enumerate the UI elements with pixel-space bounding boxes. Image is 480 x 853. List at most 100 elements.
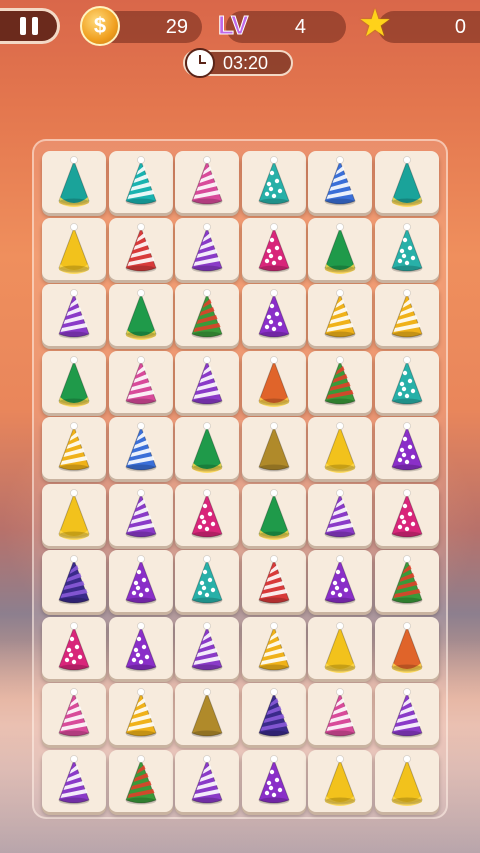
- party-hat-icon: [258, 156, 290, 206]
- level-icon: LV: [217, 10, 248, 41]
- tile-yellow-stripe-hat[interactable]: [242, 617, 306, 679]
- party-hat-icon: [391, 156, 423, 207]
- party-hat-icon: [58, 755, 90, 805]
- party-hat-icon: [191, 223, 223, 273]
- pause-icon: [19, 17, 26, 35]
- game-board: [32, 139, 448, 819]
- party-hat-icon: [58, 422, 90, 472]
- party-hat-icon: [191, 289, 223, 339]
- tile-red-stripe-hat[interactable]: [109, 218, 173, 280]
- tile-magenta-dots-hat[interactable]: [42, 617, 106, 679]
- party-hat-icon: [324, 489, 356, 539]
- party-hat-icon: [391, 489, 423, 539]
- tile-rainbow-stripe-hat[interactable]: [109, 750, 173, 812]
- tile-orange-fringe-hat[interactable]: [242, 351, 306, 413]
- tile-purple-dots-hat[interactable]: [109, 617, 173, 679]
- tile-teal-dots-hat[interactable]: [242, 151, 306, 213]
- party-hat-icon: [191, 489, 223, 539]
- tile-purple-stripe-hat[interactable]: [175, 351, 239, 413]
- tile-purple-stripe-hat[interactable]: [375, 683, 439, 745]
- party-hat-icon: [324, 755, 356, 806]
- tile-red-stripe-hat[interactable]: [242, 550, 306, 612]
- level-number: 4: [294, 15, 306, 38]
- party-hat-icon: [391, 289, 423, 339]
- tile-magenta-dots-hat[interactable]: [242, 218, 306, 280]
- tile-green-fringe-hat[interactable]: [308, 218, 372, 280]
- tile-orange-fringe-hat[interactable]: [375, 617, 439, 679]
- tile-pink-stripe-hat[interactable]: [109, 351, 173, 413]
- tile-purple-stripe-hat[interactable]: [308, 484, 372, 546]
- tile-green-fringe-hat[interactable]: [175, 417, 239, 479]
- tile-yellow-fringe-hat[interactable]: [42, 218, 106, 280]
- party-hat-icon: [191, 755, 223, 805]
- party-hat-icon: [125, 422, 157, 472]
- tile-pink-stripe-hat[interactable]: [308, 683, 372, 745]
- tile-purple-dots-hat[interactable]: [308, 550, 372, 612]
- party-hat-icon: [258, 555, 290, 605]
- timer-value: 03:20: [223, 52, 269, 73]
- tile-yellow-stripe-hat[interactable]: [109, 683, 173, 745]
- tile-teal-cone-hat[interactable]: [375, 151, 439, 213]
- tile-pink-stripe-hat[interactable]: [42, 683, 106, 745]
- tile-green-fringe-hat[interactable]: [242, 484, 306, 546]
- party-hat-icon: [58, 289, 90, 339]
- party-hat-icon: [258, 223, 290, 273]
- party-hat-icon: [58, 555, 90, 605]
- tile-rainbow-stripe-hat[interactable]: [308, 351, 372, 413]
- tile-purple-dots-hat[interactable]: [242, 284, 306, 346]
- tile-yellow-fringe-hat[interactable]: [308, 750, 372, 812]
- tile-yellow-fringe-hat[interactable]: [42, 484, 106, 546]
- party-hat-icon: [324, 688, 356, 738]
- tile-blue-stripe-hat[interactable]: [109, 417, 173, 479]
- tile-purple-stripe-hat[interactable]: [175, 750, 239, 812]
- party-hat-icon: [258, 289, 290, 339]
- tile-teal-dots-hat[interactable]: [175, 550, 239, 612]
- tile-olive-cone-hat[interactable]: [175, 683, 239, 745]
- party-hat-icon: [125, 555, 157, 605]
- tile-pink-stripe-hat[interactable]: [175, 151, 239, 213]
- party-hat-icon: [58, 489, 90, 540]
- party-hat-icon: [191, 156, 223, 206]
- pause-button[interactable]: [0, 8, 60, 44]
- party-hat-icon: [324, 622, 356, 673]
- tile-teal-cone-hat[interactable]: [42, 151, 106, 213]
- party-hat-icon: [391, 688, 423, 738]
- tile-purple-dots-hat[interactable]: [375, 417, 439, 479]
- tile-yellow-fringe-hat[interactable]: [308, 417, 372, 479]
- tile-purple-stripe-hat[interactable]: [175, 218, 239, 280]
- tile-blue-stripe-hat[interactable]: [308, 151, 372, 213]
- tile-green-fringe-hat[interactable]: [109, 284, 173, 346]
- tile-rainbow-stripe-hat[interactable]: [375, 550, 439, 612]
- tile-green-fringe-hat[interactable]: [42, 351, 106, 413]
- star-counter: 0: [378, 11, 480, 43]
- tile-yellow-stripe-hat[interactable]: [375, 284, 439, 346]
- tile-yellow-stripe-hat[interactable]: [42, 417, 106, 479]
- tile-purple-stripe-hat[interactable]: [42, 750, 106, 812]
- party-hat-icon: [258, 755, 290, 805]
- party-hat-icon: [258, 422, 290, 472]
- tile-teal-dots-hat[interactable]: [375, 218, 439, 280]
- tile-navy-purple-hat[interactable]: [242, 683, 306, 745]
- tile-purple-stripe-hat[interactable]: [109, 484, 173, 546]
- tile-rainbow-stripe-hat[interactable]: [175, 284, 239, 346]
- party-hat-icon: [58, 156, 90, 207]
- tile-purple-stripe-hat[interactable]: [42, 284, 106, 346]
- tile-teal-dots-hat[interactable]: [375, 351, 439, 413]
- tile-olive-cone-hat[interactable]: [242, 417, 306, 479]
- tile-yellow-fringe-hat[interactable]: [308, 617, 372, 679]
- party-hat-icon: [58, 688, 90, 738]
- party-hat-icon: [125, 688, 157, 738]
- tile-purple-dots-hat[interactable]: [109, 550, 173, 612]
- tile-purple-dots-hat[interactable]: [242, 750, 306, 812]
- party-hat-icon: [191, 622, 223, 672]
- tile-yellow-stripe-hat[interactable]: [308, 284, 372, 346]
- tile-yellow-fringe-hat[interactable]: [375, 750, 439, 812]
- tile-magenta-dots-hat[interactable]: [175, 484, 239, 546]
- tile-purple-stripe-hat[interactable]: [175, 617, 239, 679]
- tile-teal-stripe-hat[interactable]: [109, 151, 173, 213]
- coin-count: 29: [165, 15, 188, 38]
- party-hat-icon: [324, 555, 356, 605]
- tile-navy-purple-hat[interactable]: [42, 550, 106, 612]
- tile-magenta-dots-hat[interactable]: [375, 484, 439, 546]
- star-count: 0: [454, 15, 466, 38]
